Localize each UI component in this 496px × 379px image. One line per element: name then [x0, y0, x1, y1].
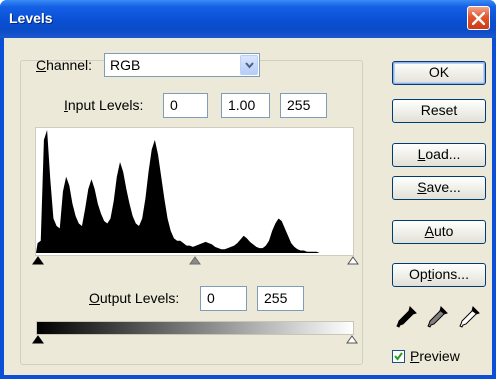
- title-bar[interactable]: Levels: [0, 0, 496, 38]
- auto-button[interactable]: Auto: [392, 220, 486, 244]
- output-white-field[interactable]: 255: [257, 286, 304, 311]
- preview-checkbox[interactable]: [392, 350, 405, 363]
- output-gradient-bar: [36, 321, 354, 335]
- input-white-slider[interactable]: [347, 256, 359, 265]
- histogram-area: [36, 130, 353, 253]
- white-eyedropper-icon[interactable]: [459, 305, 481, 329]
- channel-dropdown-button[interactable]: [240, 55, 258, 75]
- ok-button[interactable]: OK: [392, 61, 486, 85]
- histogram-panel: [35, 127, 354, 256]
- options-button[interactable]: Options...: [392, 263, 486, 287]
- input-black-slider[interactable]: [32, 256, 44, 265]
- black-eyedropper-icon[interactable]: [396, 305, 418, 329]
- input-black-field[interactable]: 0: [163, 93, 208, 118]
- channel-label: Channel:: [36, 57, 93, 73]
- gray-eyedropper-icon[interactable]: [427, 305, 449, 329]
- output-levels-label: Output Levels:: [89, 290, 180, 306]
- save-button[interactable]: Save...: [392, 176, 486, 200]
- input-white-field[interactable]: 255: [280, 93, 327, 118]
- channel-select[interactable]: RGB: [104, 53, 260, 77]
- output-black-field[interactable]: 0: [200, 286, 247, 311]
- checkmark-icon: [394, 352, 403, 361]
- input-gamma-slider[interactable]: [189, 256, 201, 265]
- chevron-down-icon: [245, 62, 254, 69]
- input-levels-label: Input Levels:: [64, 97, 144, 113]
- close-button[interactable]: [467, 6, 490, 30]
- preview-label[interactable]: Preview: [410, 348, 460, 364]
- load-button[interactable]: Load...: [392, 143, 486, 167]
- close-icon: [472, 12, 485, 25]
- reset-button[interactable]: Reset: [392, 99, 486, 123]
- histogram-chart: [36, 130, 353, 253]
- output-black-slider[interactable]: [32, 335, 44, 344]
- window-title: Levels: [9, 10, 53, 26]
- output-white-slider[interactable]: [346, 335, 358, 344]
- input-gamma-field[interactable]: 1.00: [221, 93, 270, 118]
- channel-value: RGB: [110, 57, 141, 73]
